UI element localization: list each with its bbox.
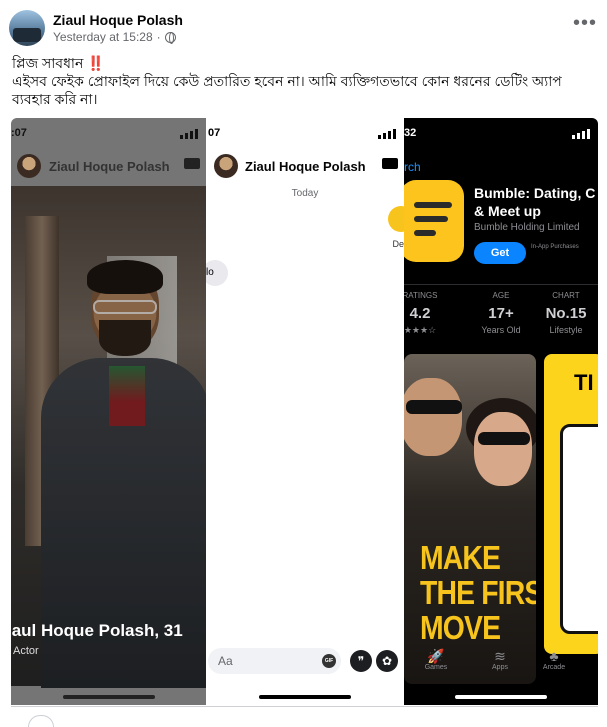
- appstore-screenshot: 32 rch Bumble: Dating, C & Meet up Bumbl…: [404, 118, 598, 705]
- signal-icon: [180, 129, 198, 139]
- sent-message-bubble: [388, 206, 404, 232]
- signal-icon: [572, 129, 590, 139]
- app-stats: RATINGS 4.2 ★★★☆ AGE 17+ Years Old CHART…: [404, 284, 598, 344]
- phone-mockup: [560, 424, 598, 634]
- gif-icon: GIF: [322, 654, 336, 668]
- message-input: Aa GIF: [208, 648, 341, 674]
- status-time: 07: [208, 127, 221, 139]
- double-exclamation-icon: ‼️: [87, 55, 105, 71]
- tab-games: 🚀 Games: [414, 648, 458, 671]
- home-indicator: [62, 695, 155, 699]
- header-name: Ziaul Hoque Polash: [49, 158, 170, 174]
- app-title: Bumble: Dating, C & Meet up: [474, 185, 596, 219]
- post-line-1: প্লিজ সাবধান: [12, 55, 88, 71]
- meta-separator: ·: [156, 30, 161, 44]
- date-divider: Today: [291, 188, 319, 199]
- sunglasses: [478, 432, 530, 445]
- appstore-tabbar: 🚀 Games ≋ Apps ♣ Arcade: [404, 648, 598, 688]
- profile-name-age: iaul Hoque Polash, 31: [11, 621, 183, 640]
- post-meta: Yesterday at 15:28 ·: [53, 30, 176, 44]
- stack-icon: ≋: [494, 648, 506, 664]
- facebook-post: Ziaul Hoque Polash Yesterday at 15:28 · …: [0, 0, 607, 727]
- promo-screenshot-2: TI: [544, 354, 598, 654]
- comment-avatar[interactable]: [28, 715, 54, 727]
- signal-icon: [378, 129, 396, 139]
- chat-header: Ziaul Hoque Polash: [17, 154, 170, 178]
- post-timestamp[interactable]: Yesterday at 15:28: [53, 30, 153, 44]
- sticker-icon: ✿: [376, 650, 398, 672]
- status-time: :07: [11, 127, 27, 139]
- video-call-icon: [184, 158, 200, 169]
- post-text: প্লিজ সাবধান ‼️ এইসব ফেইক প্রোফাইল দিয়ে…: [12, 54, 597, 108]
- in-app-purchases-note: In-App Purchases: [531, 244, 579, 250]
- post-line-2: এইসব ফেইক প্রোফাইল দিয়ে কেউ প্রতারিত হব…: [12, 73, 562, 107]
- home-indicator: [455, 695, 547, 699]
- sent-message-fragment: De: [392, 239, 404, 249]
- author-name[interactable]: Ziaul Hoque Polash: [53, 12, 183, 28]
- rocket-icon: 🚀: [427, 648, 445, 664]
- header-name: Ziaul Hoque Polash: [245, 158, 366, 174]
- stat-chart: CHART No.15 Lifestyle: [545, 291, 587, 335]
- arcade-icon: ♣: [549, 648, 559, 664]
- app-developer: Bumble Holding Limited: [474, 222, 580, 233]
- promo-tagline: MAKE THE FIRST MOVE: [420, 539, 536, 646]
- more-options-icon[interactable]: •••: [573, 13, 597, 33]
- tab-arcade: ♣ Arcade: [532, 648, 576, 671]
- post-photo[interactable]: :07 Ziaul Hoque Polash iaul Hoque Polash…: [11, 118, 598, 705]
- stat-ratings: RATINGS 4.2 ★★★☆: [404, 291, 438, 335]
- received-message-bubble: lo: [206, 260, 228, 286]
- sunglasses: [406, 400, 462, 414]
- profile-screenshot: :07 Ziaul Hoque Polash iaul Hoque Polash…: [11, 118, 206, 705]
- message-placeholder: Aa: [218, 654, 233, 668]
- back-search-link: rch: [404, 160, 421, 174]
- author-avatar[interactable]: [9, 10, 45, 46]
- status-time: 32: [404, 127, 417, 139]
- tab-apps: ≋ Apps: [478, 648, 522, 671]
- chat-header: Ziaul Hoque Polash: [214, 154, 366, 178]
- home-indicator: [259, 695, 351, 699]
- profile-job: Actor: [13, 645, 39, 657]
- header-avatar: [214, 154, 238, 178]
- stat-age: AGE 17+ Years Old: [481, 291, 521, 335]
- promo-screenshot-couple: MAKE THE FIRST MOVE: [404, 354, 536, 684]
- get-button: Get: [474, 242, 526, 264]
- quote-icon: ❞: [350, 650, 372, 672]
- video-call-icon: [382, 158, 398, 169]
- bumble-app-icon: [404, 180, 464, 262]
- divider: [11, 706, 598, 707]
- globe-icon[interactable]: [164, 31, 176, 44]
- chat-screenshot: 07 Ziaul Hoque Polash Today De lo Aa GIF…: [206, 118, 404, 705]
- header-avatar: [17, 154, 41, 178]
